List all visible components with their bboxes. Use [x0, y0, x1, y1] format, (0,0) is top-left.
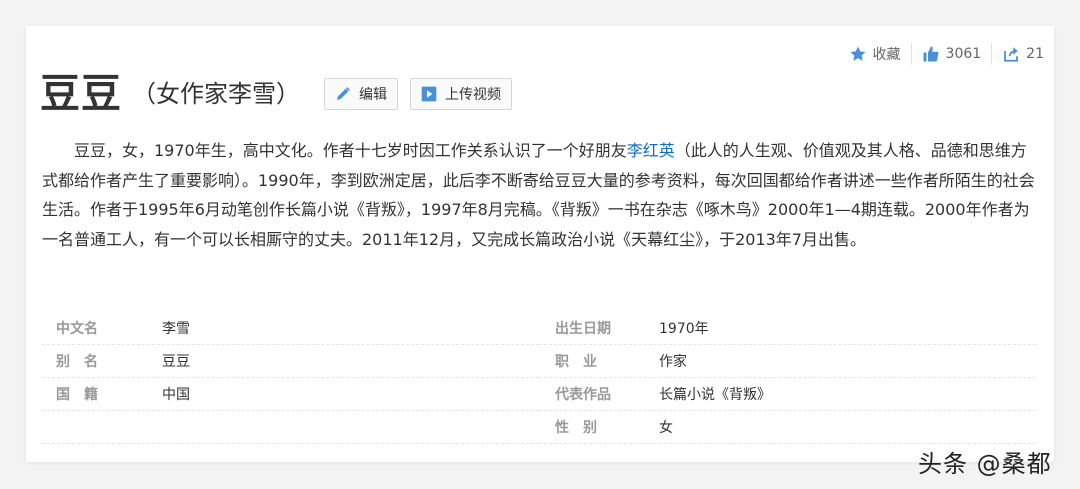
page-subtitle: （女作家李雪） — [132, 80, 300, 108]
info-label: 国 籍 — [56, 387, 98, 403]
basic-info: 中文名 李雪 别 名 豆豆 国 籍 中国 出生日期 1970年 职 业 作家 代… — [42, 312, 1036, 444]
info-value: 长篇小说《背叛》 — [659, 387, 771, 403]
upload-video-label: 上传视频 — [445, 87, 501, 103]
like-count: 3061 — [945, 46, 982, 62]
info-value: 中国 — [162, 387, 190, 403]
intro-paragraph: 豆豆，女，1970年生，高中文化。作者十七岁时因工作关系认识了一个好朋友李红英（… — [42, 136, 1038, 254]
top-actions: 收藏 3061 21 — [839, 43, 1054, 65]
page-title: 豆豆 — [40, 71, 122, 117]
info-label: 出生日期 — [555, 321, 611, 337]
info-value: 豆豆 — [162, 354, 190, 370]
info-row — [42, 411, 539, 444]
favorite-label: 收藏 — [872, 47, 901, 63]
info-row: 中文名 李雪 — [42, 312, 539, 345]
info-row: 国 籍 中国 — [42, 378, 539, 411]
share-button[interactable]: 21 — [992, 43, 1054, 65]
edit-button[interactable]: 编辑 — [324, 78, 398, 110]
info-row: 职 业 作家 — [539, 345, 1036, 378]
info-label: 性 别 — [555, 420, 597, 436]
share-icon — [1004, 47, 1019, 62]
intro-text-1: 豆豆，女，1970年生，高中文化。作者十七岁时因工作关系认识了一个好朋友 — [74, 141, 627, 160]
info-label: 代表作品 — [555, 387, 611, 403]
info-row: 别 名 豆豆 — [42, 345, 539, 378]
info-row: 出生日期 1970年 — [539, 312, 1036, 345]
thumbs-up-icon — [923, 46, 938, 62]
upload-video-button[interactable]: 上传视频 — [410, 78, 512, 110]
info-label: 别 名 — [56, 354, 98, 370]
info-label: 职 业 — [555, 354, 597, 370]
baike-card: 收藏 3061 21 豆豆 （女作家李雪） 编辑 上传视频 豆豆，女，1970年… — [26, 26, 1054, 462]
info-value: 1970年 — [659, 321, 709, 337]
watermark: 头条 @桑都 — [918, 450, 1052, 478]
edit-label: 编辑 — [359, 87, 387, 103]
info-row: 性 别 女 — [539, 411, 1036, 444]
person-link[interactable]: 李红英 — [627, 141, 675, 160]
info-value: 李雪 — [162, 321, 190, 337]
info-row: 代表作品 长篇小说《背叛》 — [539, 378, 1036, 411]
info-column-right: 出生日期 1970年 职 业 作家 代表作品 长篇小说《背叛》 性 别 女 — [539, 312, 1036, 444]
info-value: 女 — [659, 420, 673, 436]
star-icon — [850, 46, 866, 61]
info-value: 作家 — [659, 354, 687, 370]
info-column-left: 中文名 李雪 别 名 豆豆 国 籍 中国 — [42, 312, 539, 444]
favorite-button[interactable]: 收藏 — [839, 43, 911, 65]
like-button[interactable]: 3061 — [912, 43, 992, 65]
share-count: 21 — [1026, 46, 1044, 62]
title-row: 豆豆 （女作家李雪） 编辑 上传视频 — [40, 68, 512, 120]
pencil-icon — [337, 87, 350, 100]
info-label: 中文名 — [56, 321, 98, 337]
play-icon — [421, 86, 437, 102]
